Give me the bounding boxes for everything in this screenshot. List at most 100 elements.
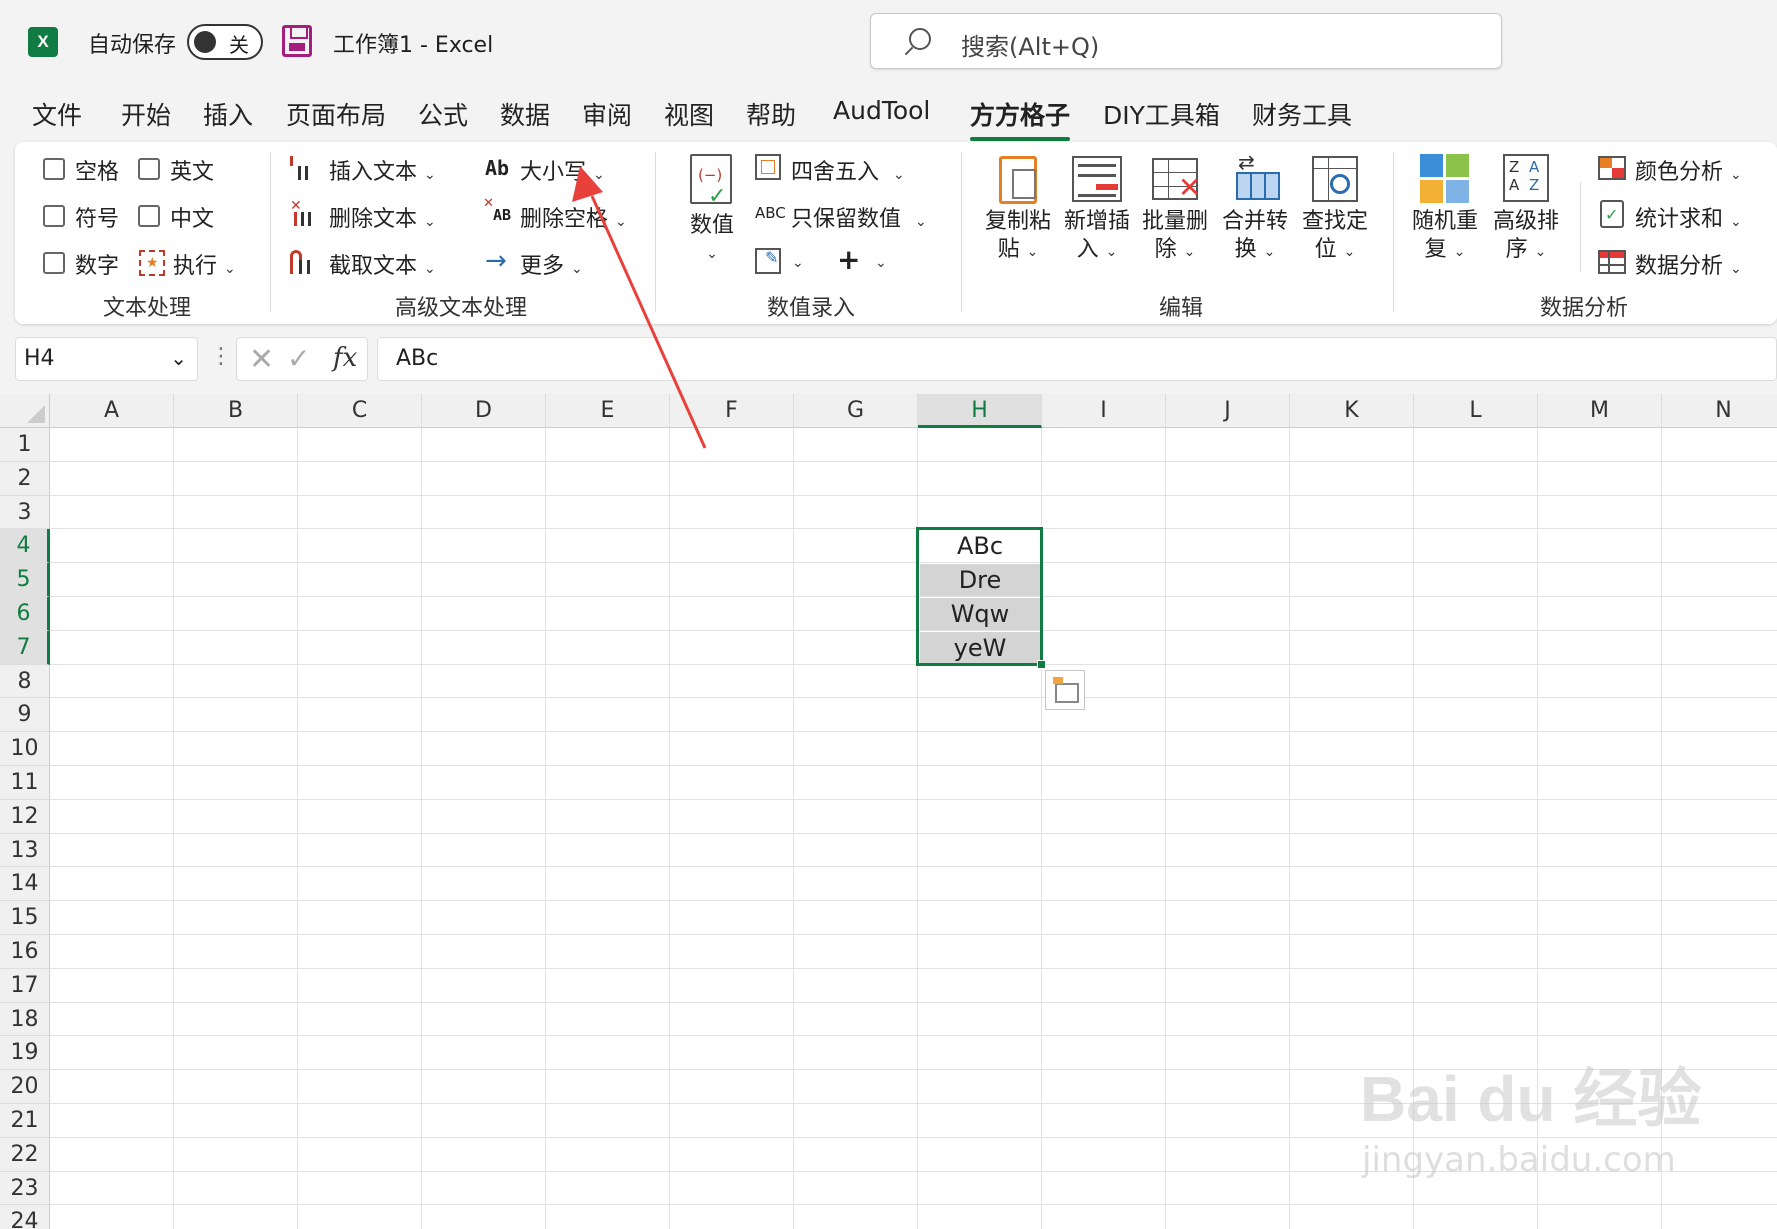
column-header-g[interactable]: G xyxy=(794,394,918,428)
random-repeat-button[interactable]: 随机重 复 ⌄ xyxy=(1405,208,1485,266)
autosave-state: 关 xyxy=(229,33,249,57)
tab-file[interactable]: 文件 xyxy=(32,96,82,132)
row-header-14[interactable]: 14 xyxy=(0,867,50,902)
checkbox-english[interactable] xyxy=(138,158,160,180)
row-header-15[interactable]: 15 xyxy=(0,901,50,935)
tab-formulas[interactable]: 公式 xyxy=(418,96,468,132)
save-icon[interactable] xyxy=(282,25,312,57)
chevron-down-icon: ⌄ xyxy=(1730,167,1742,183)
insert-function-button[interactable]: fx xyxy=(333,343,357,373)
row-header-10[interactable]: 10 xyxy=(0,732,50,766)
find-locate-button[interactable]: 查找定 位 ⌄ xyxy=(1295,208,1375,266)
checkbox-symbol[interactable] xyxy=(43,205,65,227)
row-header-4[interactable]: 4 xyxy=(0,529,50,564)
column-header-m[interactable]: M xyxy=(1538,394,1662,428)
column-header-a[interactable]: A xyxy=(50,394,174,428)
column-header-b[interactable]: B xyxy=(174,394,298,428)
select-all-button[interactable] xyxy=(0,394,50,428)
column-header-e[interactable]: E xyxy=(546,394,670,428)
row-header-2[interactable]: 2 xyxy=(0,461,50,496)
add-insert-button[interactable]: 新增插 入 ⌄ xyxy=(1057,208,1137,266)
batch-delete-button[interactable]: 批量删 除 ⌄ xyxy=(1135,208,1215,266)
tab-diy-toolbox[interactable]: DIY工具箱 xyxy=(1103,96,1220,132)
column-header-h[interactable]: H xyxy=(918,394,1042,428)
tab-page-layout[interactable]: 页面布局 xyxy=(286,96,386,132)
delete-space-button[interactable]: 删除空格 ⌄ xyxy=(520,201,627,233)
row-gridline xyxy=(50,494,1777,496)
column-gridline xyxy=(669,428,670,1229)
insert-text-button[interactable]: 插入文本 ⌄ xyxy=(329,154,436,186)
row-header-22[interactable]: 22 xyxy=(0,1137,50,1172)
row-header-19[interactable]: 19 xyxy=(0,1036,50,1071)
value-button[interactable]: 数值 ⌄ xyxy=(677,212,747,268)
data-analysis-button[interactable]: 数据分析 ⌄ xyxy=(1635,248,1742,280)
row-header-20[interactable]: 20 xyxy=(0,1070,50,1104)
checkbox-chinese[interactable] xyxy=(138,205,160,227)
column-header-c[interactable]: C xyxy=(298,394,422,428)
color-analysis-button[interactable]: 颜色分析 ⌄ xyxy=(1635,154,1742,186)
row-header-17[interactable]: 17 xyxy=(0,968,50,1003)
more-button[interactable]: 更多 ⌄ xyxy=(520,248,583,280)
tab-home[interactable]: 开始 xyxy=(121,96,171,132)
group-label-text-processing: 文本处理 xyxy=(103,296,192,321)
row-header-13[interactable]: 13 xyxy=(0,833,50,868)
row-header-8[interactable]: 8 xyxy=(0,664,50,699)
tab-view[interactable]: 视图 xyxy=(664,96,714,132)
excel-logo-icon: X xyxy=(28,27,58,57)
row-header-16[interactable]: 16 xyxy=(0,935,50,969)
formula-bar-grip-icon[interactable]: ⋮ xyxy=(210,344,232,369)
name-box[interactable]: H4 ⌄ xyxy=(15,337,198,381)
tab-finance-tools[interactable]: 财务工具 xyxy=(1252,96,1352,132)
row-header-23[interactable]: 23 xyxy=(0,1171,50,1206)
row-header-6[interactable]: 6 xyxy=(0,597,50,631)
tab-audtool[interactable]: AudTool xyxy=(833,96,930,125)
add-dropdown[interactable]: ⌄ xyxy=(875,248,887,273)
autosave-toggle[interactable]: 关 xyxy=(187,24,263,60)
checkbox-number[interactable] xyxy=(43,252,65,274)
search-box[interactable]: 搜索(Alt+Q) xyxy=(870,13,1502,69)
tab-fangfanggezi[interactable]: 方方格子 xyxy=(970,96,1071,141)
row-header-3[interactable]: 3 xyxy=(0,495,50,530)
column-header-l[interactable]: L xyxy=(1414,394,1538,428)
row-header-24[interactable]: 24 xyxy=(0,1205,50,1229)
delete-text-button[interactable]: 删除文本 ⌄ xyxy=(329,201,436,233)
checkbox-space[interactable] xyxy=(43,158,65,180)
cancel-icon[interactable]: ✕ xyxy=(249,342,274,377)
tab-insert[interactable]: 插入 xyxy=(203,96,253,132)
row-header-18[interactable]: 18 xyxy=(0,1002,50,1037)
chevron-down-icon[interactable]: ⌄ xyxy=(170,346,187,370)
merge-convert-button[interactable]: 合并转 换 ⌄ xyxy=(1215,208,1295,266)
column-header-n[interactable]: N xyxy=(1662,394,1777,428)
enter-icon[interactable]: ✓ xyxy=(287,342,310,375)
row-header-11[interactable]: 11 xyxy=(0,766,50,800)
formula-input[interactable]: ABc xyxy=(377,337,1777,381)
row-header-12[interactable]: 12 xyxy=(0,799,50,834)
tab-data[interactable]: 数据 xyxy=(500,96,550,132)
tab-help[interactable]: 帮助 xyxy=(746,96,796,132)
column-header-j[interactable]: J xyxy=(1166,394,1290,428)
advanced-sort-label-1: 高级排 xyxy=(1492,209,1559,234)
advanced-sort-button[interactable]: 高级排 序 ⌄ xyxy=(1486,208,1566,266)
column-header-i[interactable]: I xyxy=(1042,394,1166,428)
stat-sum-button[interactable]: 统计求和 ⌄ xyxy=(1635,201,1742,233)
row-header-9[interactable]: 9 xyxy=(0,698,50,733)
tab-review[interactable]: 审阅 xyxy=(582,96,632,132)
extract-text-button[interactable]: 截取文本 ⌄ xyxy=(329,248,436,280)
column-header-d[interactable]: D xyxy=(422,394,546,428)
copy-paste-button[interactable]: 复制粘 贴 ⌄ xyxy=(978,208,1058,266)
case-button[interactable]: 大小写 ⌄ xyxy=(520,154,605,186)
keep-values-button[interactable]: 只保留数值 ⌄ xyxy=(791,201,927,233)
quick-analysis-icon[interactable] xyxy=(1045,669,1085,710)
row-header-1[interactable]: 1 xyxy=(0,428,50,462)
row-header-21[interactable]: 21 xyxy=(0,1104,50,1138)
column-header-f[interactable]: F xyxy=(670,394,794,428)
add-icon[interactable]: + xyxy=(837,243,860,276)
round-button[interactable]: 四舍五入 ⌄ xyxy=(791,154,905,186)
fill-handle[interactable] xyxy=(1037,659,1046,669)
column-header-k[interactable]: K xyxy=(1290,394,1414,428)
edit-table-dropdown[interactable]: ⌄ xyxy=(792,248,804,273)
advanced-sort-label-2: 序 xyxy=(1505,237,1528,262)
row-header-7[interactable]: 7 xyxy=(0,630,50,665)
execute-button[interactable]: 执行 ⌄ xyxy=(173,248,236,280)
row-header-5[interactable]: 5 xyxy=(0,563,50,597)
